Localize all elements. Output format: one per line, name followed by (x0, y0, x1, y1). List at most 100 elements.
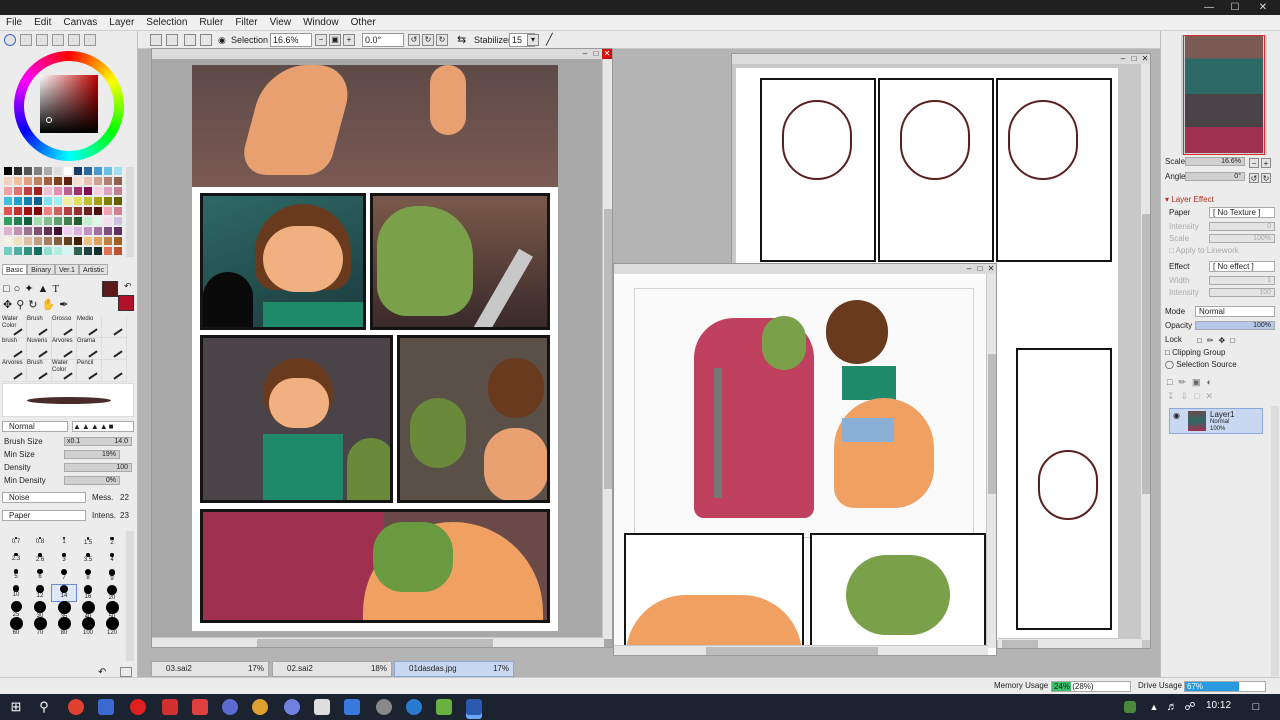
new-layer-icon[interactable]: □ (1167, 377, 1178, 387)
color-swatch[interactable] (63, 226, 73, 236)
chrome-icon[interactable] (68, 699, 84, 715)
color-swatch[interactable] (23, 216, 33, 226)
rotate-tool-icon[interactable]: ↻ (28, 299, 41, 311)
color-swatch[interactable] (73, 216, 83, 226)
tab-basic[interactable]: Basic (2, 264, 28, 275)
color-swatch[interactable] (33, 216, 43, 226)
color-swatch[interactable] (103, 216, 113, 226)
color-swatch[interactable] (33, 206, 43, 216)
brush-option-icon[interactable] (120, 667, 132, 677)
brush-size-preset[interactable]: 2.6 (28, 553, 52, 569)
tab-binary[interactable]: Binary (27, 264, 55, 275)
color-swatch[interactable] (33, 226, 43, 236)
navigator-preview[interactable] (1181, 35, 1267, 155)
color-swatch[interactable] (53, 186, 63, 196)
volume-icon[interactable]: ♬ (1164, 699, 1180, 715)
menu-filter[interactable]: Filter (229, 15, 263, 31)
brush-size-preset[interactable]: 70 (28, 617, 52, 636)
brush-slot[interactable]: Nuvens (27, 338, 52, 360)
doc3-minimize-button[interactable]: – (1118, 54, 1128, 64)
color-swatch[interactable] (3, 226, 13, 236)
nav-zoom-out[interactable]: − (1249, 158, 1259, 168)
zoom-in-button[interactable]: + (343, 34, 355, 46)
menu-canvas[interactable]: Canvas (57, 15, 103, 31)
new-folder-icon[interactable]: ▣ (1192, 377, 1207, 387)
color-swatch[interactable] (23, 246, 33, 256)
color-swatch[interactable] (3, 206, 13, 216)
brush-size-preset[interactable]: 120 (100, 617, 124, 636)
color-swatch[interactable] (33, 176, 43, 186)
angle-slider[interactable]: 0° (1185, 172, 1245, 181)
menu-layer[interactable]: Layer (103, 15, 140, 31)
navigator-viewport[interactable] (1183, 35, 1265, 155)
brush-size-preset[interactable]: 4 (100, 553, 124, 569)
color-swatch[interactable] (83, 176, 93, 186)
brush-slot[interactable]: Medio (77, 316, 102, 338)
color-swatch[interactable] (93, 186, 103, 196)
tab-ver1[interactable]: Ver.1 (54, 264, 79, 275)
doc3-maximize-button[interactable]: □ (1129, 54, 1139, 64)
zoom-field[interactable]: 16.6% (270, 33, 312, 47)
color-swatch[interactable] (63, 206, 73, 216)
color-swatch[interactable] (83, 226, 93, 236)
brush-size-slider[interactable]: x0.1 14.0 (64, 437, 132, 446)
deselect-icon[interactable] (184, 34, 196, 46)
color-swatch[interactable] (83, 236, 93, 246)
lock-icons[interactable]: □✏✥□ (1197, 336, 1240, 345)
saturation-value-square[interactable] (40, 75, 98, 133)
selection-eye-icon[interactable]: ◉ (218, 33, 226, 47)
zoom-out-button[interactable]: − (315, 34, 327, 46)
color-swatch[interactable] (33, 166, 43, 176)
color-swatch[interactable] (43, 166, 53, 176)
layer-mask-icon[interactable]: ◐ (1207, 377, 1218, 387)
brush-slot[interactable] (102, 316, 127, 338)
scale-slider[interactable]: 16.6% (1185, 157, 1245, 166)
doc2-horizontal-scrollbar[interactable] (614, 645, 988, 655)
color-swatch[interactable] (23, 206, 33, 216)
app-icon-1[interactable] (98, 699, 114, 715)
app-icon-4[interactable] (222, 699, 238, 715)
color-swatch[interactable] (83, 166, 93, 176)
steam-icon[interactable] (344, 699, 360, 715)
color-swatch[interactable] (23, 176, 33, 186)
color-swatch[interactable] (53, 196, 63, 206)
app-icon-9[interactable] (436, 699, 452, 715)
color-swatch[interactable] (43, 236, 53, 246)
color-swatch[interactable] (53, 216, 63, 226)
color-swatch[interactable] (53, 206, 63, 216)
color-swatch[interactable] (43, 186, 53, 196)
color-swatch[interactable] (103, 236, 113, 246)
brush-slot[interactable]: Pencil (77, 360, 102, 382)
redo-icon[interactable] (166, 34, 178, 46)
color-swatch[interactable] (23, 226, 33, 236)
brush-slot[interactable]: Brush (27, 316, 52, 338)
color-swatch[interactable] (13, 226, 23, 236)
color-swatch[interactable] (3, 246, 13, 256)
color-swatch[interactable] (103, 196, 113, 206)
tray-chevron-icon[interactable]: ▲ (1146, 699, 1162, 715)
doc2-close-button[interactable]: ✕ (986, 264, 996, 274)
color-swatch[interactable] (63, 196, 73, 206)
merge-down-icon[interactable]: ⇩ (1181, 391, 1195, 401)
paint-tool-sai-icon[interactable] (466, 699, 482, 715)
color-swatch[interactable] (13, 176, 23, 186)
brush-size-preset[interactable]: 2 (100, 537, 124, 553)
color-swatch[interactable] (53, 236, 63, 246)
color-swatch[interactable] (43, 216, 53, 226)
noise-mess-value[interactable]: 22 (120, 492, 129, 503)
nav-rotate-ccw[interactable]: ↺ (1249, 173, 1259, 183)
transfer-down-icon[interactable]: ↧ (1167, 391, 1181, 401)
eyedropper-icon[interactable]: ✒ (59, 299, 72, 311)
brush-slot[interactable]: Grama (77, 338, 102, 360)
color-swatch[interactable] (83, 216, 93, 226)
rgb-slider-icon[interactable] (20, 34, 32, 46)
doc3-vscroll-thumb[interactable] (1142, 214, 1150, 494)
zoom-fit-button[interactable]: ▣ (329, 34, 341, 46)
brush-size-preset[interactable]: 20 (100, 585, 124, 601)
brush-slot[interactable] (102, 338, 127, 360)
color-swatch[interactable] (3, 186, 13, 196)
color-swatch[interactable] (53, 166, 63, 176)
doc3-hscroll-thumb[interactable] (1002, 640, 1038, 648)
selection-tool-icon[interactable]: □ (3, 283, 14, 295)
color-swatch[interactable] (63, 176, 73, 186)
